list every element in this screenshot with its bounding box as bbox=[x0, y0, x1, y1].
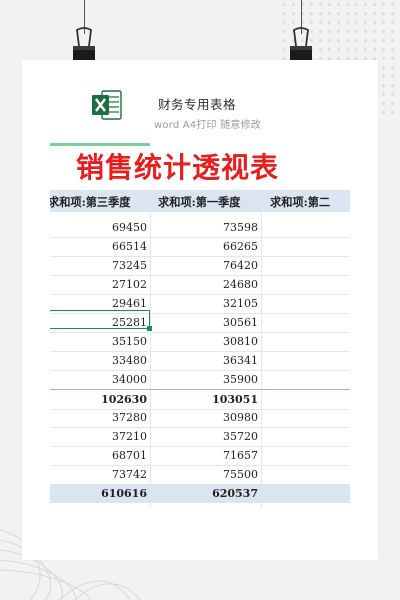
cell-q1[interactable]: 66265 bbox=[160, 240, 258, 253]
grand-total-row[interactable]: 610616 620537 bbox=[50, 484, 350, 503]
cell-q3[interactable]: 35150 bbox=[50, 335, 147, 348]
table-row[interactable]: 68701 71657 bbox=[50, 446, 350, 466]
sheet-title-banner: 销售统计透视表 bbox=[50, 147, 350, 189]
cell-q3[interactable]: 73245 bbox=[50, 259, 147, 272]
column-header-q2: 求和项:第二 bbox=[270, 195, 331, 209]
cell-q1[interactable]: 103051 bbox=[160, 393, 258, 406]
subtotal-row[interactable]: 102630 103051 bbox=[50, 389, 350, 410]
table-row[interactable]: 37280 30980 bbox=[50, 408, 350, 428]
cell-q1[interactable]: 30810 bbox=[160, 335, 258, 348]
cell-q3[interactable]: 37280 bbox=[50, 411, 147, 424]
cell-q3[interactable]: 33480 bbox=[50, 354, 147, 367]
column-header-q1: 求和项:第一季度 bbox=[158, 195, 241, 209]
table-row[interactable]: 34000 35900 bbox=[50, 370, 350, 390]
selected-cell[interactable] bbox=[50, 310, 150, 329]
document-card: 财务专用表格 word A4打印 随意修改 销售统计透视表 求和项:第三季度 求… bbox=[22, 60, 378, 560]
document-title: 财务专用表格 bbox=[158, 97, 237, 112]
cell-q3[interactable]: 102630 bbox=[50, 393, 147, 406]
table-row[interactable]: 69450 73598 bbox=[50, 218, 350, 238]
cell-q3[interactable]: 610616 bbox=[50, 487, 147, 500]
table-row[interactable]: 37210 35720 bbox=[50, 427, 350, 447]
document-subtitle: word A4打印 随意修改 bbox=[154, 120, 261, 131]
cell-q3[interactable]: 66514 bbox=[50, 240, 147, 253]
cell-q3[interactable]: 73742 bbox=[50, 468, 147, 481]
cell-q3[interactable]: 27102 bbox=[50, 278, 147, 291]
cell-q1[interactable]: 75500 bbox=[160, 468, 258, 481]
excel-logo-icon bbox=[92, 90, 122, 120]
cell-q3[interactable]: 37210 bbox=[50, 430, 147, 443]
table-row[interactable]: 66514 66265 bbox=[50, 237, 350, 257]
table-row[interactable]: 73245 76420 bbox=[50, 256, 350, 276]
cell-q1[interactable]: 30561 bbox=[160, 316, 258, 329]
cell-q3[interactable]: 29461 bbox=[50, 297, 147, 310]
cell-q1[interactable]: 73598 bbox=[160, 221, 258, 234]
cell-q1[interactable]: 35900 bbox=[160, 373, 258, 386]
selection-accent-bar bbox=[50, 143, 150, 146]
table-row[interactable]: 33480 36341 bbox=[50, 351, 350, 371]
cell-q3[interactable]: 34000 bbox=[50, 373, 147, 386]
table-row[interactable]: 73742 75500 bbox=[50, 465, 350, 485]
cell-q1[interactable]: 24680 bbox=[160, 278, 258, 291]
sheet-title: 销售统计透视表 bbox=[76, 151, 280, 184]
cell-q1[interactable]: 32105 bbox=[160, 297, 258, 310]
cell-q1[interactable]: 620537 bbox=[160, 487, 258, 500]
cell-q1[interactable]: 71657 bbox=[160, 449, 258, 462]
cell-q1[interactable]: 36341 bbox=[160, 354, 258, 367]
cell-q3[interactable]: 69450 bbox=[50, 221, 147, 234]
card-header: 财务专用表格 word A4打印 随意修改 bbox=[22, 60, 378, 140]
cell-q1[interactable]: 76420 bbox=[160, 259, 258, 272]
column-header-q3: 求和项:第三季度 bbox=[50, 195, 131, 209]
column-header-row: 求和项:第三季度 求和项:第一季度 求和项:第二 bbox=[50, 190, 350, 212]
table-row[interactable]: 27102 24680 bbox=[50, 275, 350, 295]
table-row[interactable]: 35150 30810 bbox=[50, 332, 350, 352]
fill-handle[interactable] bbox=[147, 326, 152, 331]
cell-q1[interactable]: 35720 bbox=[160, 430, 258, 443]
cell-q1[interactable]: 30980 bbox=[160, 411, 258, 424]
cell-q3[interactable]: 68701 bbox=[50, 449, 147, 462]
spreadsheet-preview: 销售统计透视表 求和项:第三季度 求和项:第一季度 求和项:第二 69450 73… bbox=[50, 140, 350, 516]
